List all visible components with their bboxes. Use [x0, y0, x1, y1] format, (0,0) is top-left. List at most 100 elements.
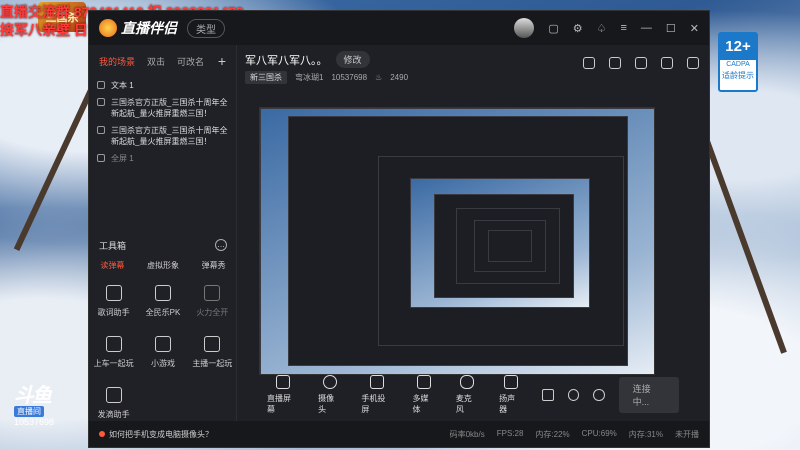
tool-mini-game[interactable]: 小游戏 — [138, 336, 187, 369]
camera-help-text: 如何把手机变成电脑摄像头？ — [109, 429, 213, 439]
edit-title-button[interactable]: 修改 — [335, 51, 370, 68]
bell-icon[interactable] — [661, 57, 673, 69]
microphone-button[interactable]: 麦克风 — [456, 375, 479, 415]
box-icon — [105, 387, 122, 403]
tool-helper[interactable]: 发滴助手 — [89, 387, 138, 420]
eye-icon[interactable] — [97, 154, 105, 162]
tool-carpool[interactable]: 上车一起玩 — [89, 336, 138, 369]
camera-help-link[interactable]: 如何把手机变成电脑摄像头？ — [99, 429, 213, 440]
camera-icon — [322, 375, 337, 389]
settings-icon[interactable] — [593, 389, 605, 401]
toolbox-title: 工具箱 — [99, 241, 127, 251]
heat-count: 2490 — [390, 73, 409, 82]
media-icon — [417, 375, 432, 389]
toolbox: 工具箱 … 读弹幕 虚拟形象 弹幕秀 歌词助手 全民乐PK 火力全开 上车一起玩… — [89, 235, 237, 420]
age-rating-value: 12+ — [720, 34, 756, 60]
live-state: 未开播 — [675, 429, 699, 439]
tool-grid: 歌词助手 全民乐PK 火力全开 上车一起玩 小游戏 主播一起玩 发滴助手 — [89, 275, 237, 420]
tool-lyrics[interactable]: 歌词助手 — [89, 285, 138, 318]
shirt-icon[interactable]: ♤ — [597, 22, 607, 35]
maximize-icon[interactable]: ☐ — [666, 22, 676, 35]
screen-icon — [275, 375, 290, 389]
status-bar: 如何把手机变成电脑摄像头？ 码率0kb/s FPS:28 内存:22% CPU:… — [89, 421, 709, 447]
avatar[interactable] — [514, 18, 535, 38]
shirt-icon[interactable] — [583, 57, 595, 69]
type-button[interactable]: 类型 — [187, 18, 225, 38]
gpu-stat: 内存:31% — [628, 429, 663, 439]
toolbox-tabs: 读弹幕 虚拟形象 弹幕秀 — [89, 256, 237, 275]
tab-avatar[interactable]: 虚拟形象 — [147, 260, 179, 271]
stream-title: 军八军八军八。。 — [245, 54, 328, 67]
button-label: 摄像头 — [318, 394, 335, 414]
tool-label: 发滴助手 — [97, 410, 130, 419]
speaker-icon — [503, 375, 518, 389]
source-item[interactable]: 文本 1 — [89, 77, 236, 94]
tool-label: 歌词助手 — [97, 308, 130, 317]
title-bar: 直播伴侣 类型 ▢ ⚙ ♤ ≡ — ☐ ✕ — [89, 11, 709, 45]
scan-icon[interactable] — [635, 57, 647, 69]
tab-read-danmaku[interactable]: 读弹幕 — [100, 260, 124, 271]
source-item[interactable]: 全屏 1 — [89, 150, 236, 167]
tool-fire[interactable]: 火力全开 — [188, 285, 237, 318]
button-label: 多媒体 — [412, 394, 429, 414]
tab-rename[interactable]: 可改名 — [177, 55, 204, 68]
share-icon[interactable] — [687, 57, 699, 69]
stream-preview[interactable] — [259, 107, 655, 375]
live-companion-window: 直播伴侣 类型 ▢ ⚙ ♤ ≡ — ☐ ✕ 我的场景 双击 可改名 + 文本 1… — [88, 10, 710, 448]
record-icon[interactable] — [542, 389, 554, 401]
tool-label: 全民乐PK — [145, 308, 181, 317]
tab-my-scenes[interactable]: 我的场景 — [99, 55, 135, 68]
connect-button[interactable]: 连接中... — [618, 377, 679, 413]
lyrics-icon — [105, 285, 122, 301]
menu-icon[interactable]: ≡ — [620, 22, 626, 34]
source-label: 全屏 1 — [111, 154, 134, 163]
clipboard-icon — [204, 336, 221, 352]
bottom-toolbar: 直播屏幕 摄像头 手机投屏 多媒体 麦克风 扬声器 连接中... — [237, 369, 709, 421]
tab-double-click[interactable]: 双击 — [147, 55, 165, 68]
button-label: 直播屏幕 — [267, 394, 291, 414]
eye-icon[interactable] — [97, 126, 105, 134]
speaker-button[interactable]: 扬声器 — [499, 375, 522, 415]
bottom-right-controls: 连接中... — [542, 377, 679, 413]
play-icon[interactable] — [567, 389, 580, 401]
main-panel: 军八军八军八。。 修改 新三国杀 弯冰瑚1 10537698 ♨ 2490 直播… — [237, 45, 709, 421]
cpu-stat: CPU:69% — [581, 428, 617, 438]
fire-icon: ♨ — [375, 73, 383, 82]
screen-capture-button[interactable]: 直播屏幕 — [267, 375, 298, 415]
app-logo-icon — [99, 19, 117, 37]
app-brand-name: 直播伴侣 — [121, 20, 177, 36]
add-scene-button[interactable]: + — [218, 53, 226, 69]
age-rating-tip: 适龄提示 — [722, 71, 754, 80]
mini-game-icon — [154, 336, 171, 352]
feedback-icon[interactable]: ▢ — [548, 22, 558, 35]
media-button[interactable]: 多媒体 — [413, 375, 436, 415]
phone-cast-button[interactable]: 手机投屏 — [361, 375, 392, 415]
fps-stat: FPS:28 — [496, 428, 524, 438]
toolbox-header: 工具箱 … — [89, 235, 237, 256]
tool-play-together[interactable]: 主播一起玩 — [188, 336, 237, 369]
camera-button[interactable]: 摄像头 — [318, 375, 341, 415]
close-icon[interactable]: ✕ — [690, 22, 699, 35]
age-rating-badge: 12+ CADPA 适龄提示 — [718, 32, 758, 92]
settings-icon[interactable]: ⚙ — [573, 22, 583, 35]
scene-tabs: 我的场景 双击 可改名 + — [89, 45, 236, 77]
source-item[interactable]: 三国杀官方正版_三国杀十周年全新起航_量火推屏重燃三国！ — [89, 94, 236, 122]
douyu-logo: 斗鱼 — [14, 385, 52, 407]
eye-icon[interactable] — [97, 98, 105, 106]
category-badge[interactable]: 新三国杀 — [245, 71, 287, 84]
button-label: 扬声器 — [499, 394, 516, 414]
tool-pk[interactable]: 全民乐PK — [138, 285, 187, 318]
tool-label: 小游戏 — [150, 359, 175, 368]
source-item[interactable]: 三国杀官方正版_三国杀十周年全新起航_量火推屏重燃三国！ — [89, 122, 236, 150]
more-icon[interactable]: … — [215, 239, 227, 251]
eye-icon[interactable] — [97, 81, 105, 89]
tab-danmaku-show[interactable]: 弹幕秀 — [202, 260, 226, 271]
minimize-icon[interactable]: — — [641, 22, 652, 34]
lock-icon[interactable] — [609, 57, 621, 69]
tool-label: 火力全开 — [196, 308, 229, 317]
tool-label: 主播一起玩 — [192, 359, 233, 368]
app-brand: 直播伴侣 — [99, 18, 177, 38]
button-label: 手机投屏 — [361, 394, 386, 414]
button-label: 麦克风 — [455, 394, 472, 414]
douyu-watermark: 斗鱼 直播间 10537698 — [14, 386, 62, 427]
